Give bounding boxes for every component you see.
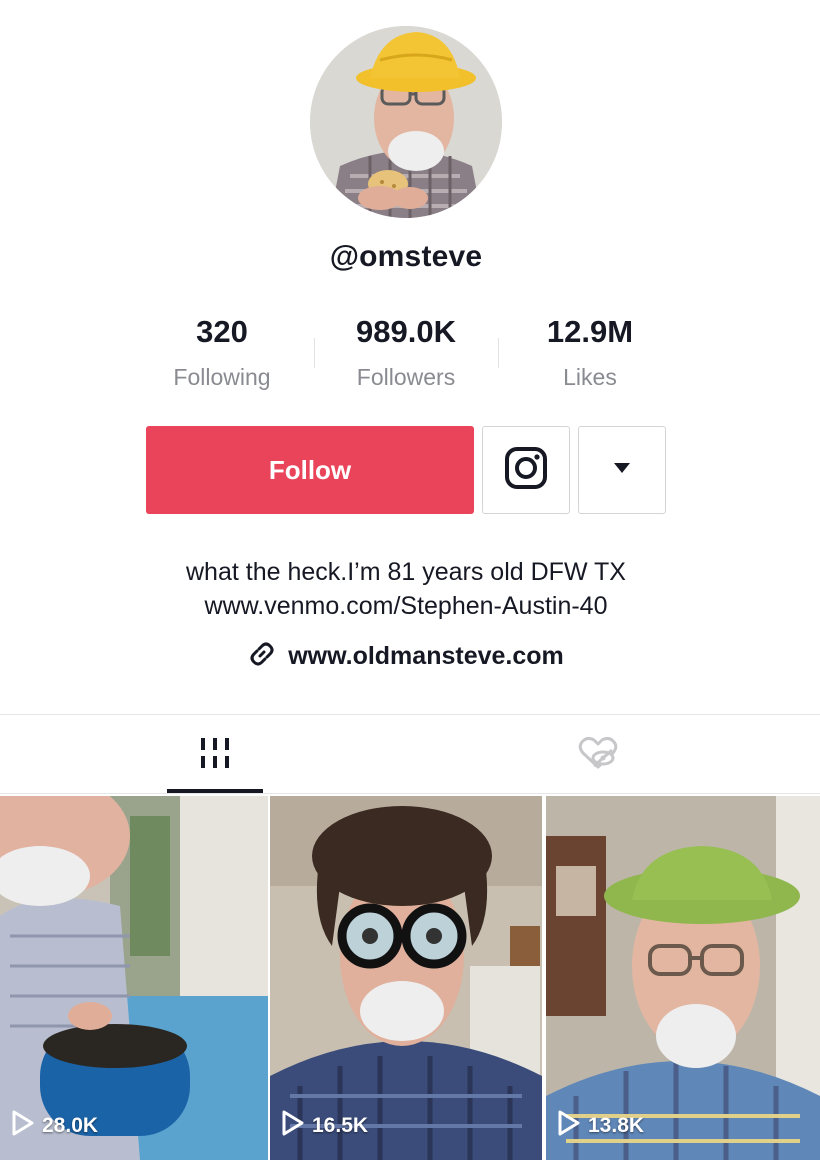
liked-hidden-icon: [578, 736, 618, 775]
stat-likes: 12.9M Likes: [498, 312, 682, 402]
instagram-button[interactable]: [482, 426, 570, 514]
stat-label: Following: [173, 364, 271, 390]
link-icon: [248, 640, 276, 673]
bio-line: what the heck.I’m 81 years old DFW TX: [186, 558, 626, 586]
play-icon: [12, 1110, 34, 1142]
stat-label: Followers: [356, 364, 456, 390]
tab-liked[interactable]: [550, 715, 646, 795]
profile-username: @omsteve: [329, 240, 483, 273]
profile-stats: 320 Following 989.0K Followers 12.9M Lik…: [130, 312, 682, 402]
profile-avatar: [310, 26, 502, 218]
instagram-icon: [504, 446, 548, 495]
profile-link[interactable]: www.oldmansteve.com: [0, 640, 812, 673]
link-text[interactable]: www.oldmansteve.com: [288, 642, 564, 671]
stat-following[interactable]: 320 Following: [130, 312, 314, 402]
view-count: 16.5K: [282, 1110, 368, 1142]
tabs-divider: [0, 714, 820, 715]
play-icon: [282, 1110, 304, 1142]
stat-value: 12.9M: [546, 314, 634, 349]
video-thumbnail[interactable]: 16.5K: [270, 796, 542, 1160]
video-grid: 28.0K 16.5K 13.8K: [0, 796, 820, 1160]
stat-value: 989.0K: [356, 314, 456, 349]
stat-followers[interactable]: 989.0K Followers: [314, 312, 498, 402]
video-thumbnail[interactable]: 28.0K: [0, 796, 268, 1160]
tabs-divider: [0, 793, 820, 794]
follow-button[interactable]: Follow: [146, 426, 474, 514]
tab-videos[interactable]: [167, 715, 263, 795]
bio-line: www.venmo.com/Stephen-Austin-40: [204, 592, 608, 620]
videos-grid-icon: [199, 736, 231, 775]
view-count-text: 13.8K: [588, 1114, 645, 1137]
profile-bio: what the heck.I’m 81 years old DFW TX ww…: [0, 555, 812, 623]
view-count-text: 16.5K: [312, 1114, 369, 1137]
view-count: 13.8K: [558, 1110, 644, 1142]
stat-value: 320: [196, 314, 248, 349]
play-icon: [558, 1110, 580, 1142]
caret-down-icon: [613, 461, 631, 479]
stat-label: Likes: [563, 364, 617, 390]
view-count: 28.0K: [12, 1110, 98, 1142]
video-thumbnail[interactable]: 13.8K: [546, 796, 820, 1160]
more-options-button[interactable]: [578, 426, 666, 514]
view-count-text: 28.0K: [42, 1114, 99, 1137]
